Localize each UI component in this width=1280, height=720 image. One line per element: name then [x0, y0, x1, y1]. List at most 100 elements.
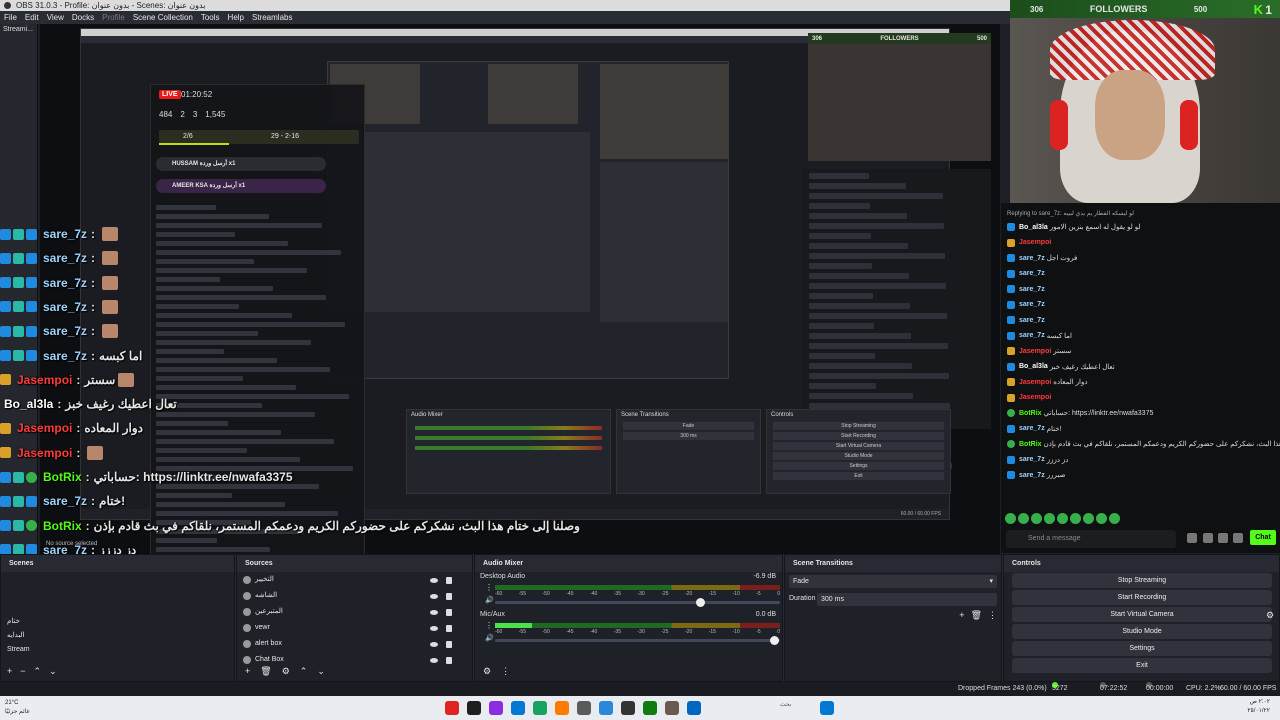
- emote-bar[interactable]: [1005, 513, 1120, 525]
- mixer-settings-icon[interactable]: ⚙: [483, 666, 491, 677]
- emote-icon[interactable]: [1005, 513, 1016, 524]
- taskbar-app-icon[interactable]: [599, 701, 613, 715]
- chat-username[interactable]: sare_7z: [1019, 255, 1045, 262]
- source-item[interactable]: alert box: [243, 637, 468, 651]
- chat-username[interactable]: sare_7z: [1019, 472, 1045, 479]
- menu-item-profile[interactable]: Profile: [98, 11, 129, 24]
- chat-username[interactable]: sare_7z: [1019, 425, 1045, 432]
- mixer-menu-icon[interactable]: ⋮: [501, 666, 510, 677]
- lock-icon[interactable]: [446, 592, 452, 600]
- emote-icon[interactable]: [1109, 513, 1120, 524]
- chat-username[interactable]: BotRix: [1019, 441, 1042, 448]
- chat-username[interactable]: Jasempoi: [1019, 348, 1051, 355]
- lock-icon[interactable]: [446, 656, 452, 664]
- emoji-icon[interactable]: [1187, 533, 1197, 543]
- chat-username[interactable]: BotRix: [1019, 410, 1042, 417]
- chat-username[interactable]: sare_7z: [1019, 317, 1045, 324]
- taskbar-app-icon[interactable]: [489, 701, 503, 715]
- gift-icon[interactable]: [1218, 533, 1228, 543]
- speaker-icon[interactable]: 🔊: [485, 634, 494, 643]
- volume-slider-knob[interactable]: [770, 636, 780, 645]
- emote-icon[interactable]: [1083, 513, 1094, 524]
- taskbar-search[interactable]: بحث: [780, 701, 791, 708]
- points-icon[interactable]: [1203, 533, 1213, 543]
- taskbar-app-icon[interactable]: [687, 701, 701, 715]
- emote-icon[interactable]: [1096, 513, 1107, 524]
- source-settings-icon[interactable]: ⚙: [282, 666, 290, 677]
- chat-username[interactable]: Bo_al3la: [1019, 363, 1048, 370]
- volume-slider[interactable]: [495, 636, 780, 645]
- visibility-eye-icon[interactable]: [430, 641, 438, 647]
- visibility-eye-icon[interactable]: [430, 577, 438, 583]
- visibility-eye-icon[interactable]: [430, 593, 438, 599]
- menu-item-help[interactable]: Help: [224, 11, 248, 24]
- left-dock-label[interactable]: Streami...: [0, 24, 37, 35]
- lock-icon[interactable]: [446, 576, 452, 584]
- emote-icon[interactable]: [1031, 513, 1042, 524]
- menu-item-view[interactable]: View: [43, 11, 68, 24]
- visibility-eye-icon[interactable]: [430, 657, 438, 663]
- source-item[interactable]: المتبرعين: [243, 605, 468, 619]
- chat-username[interactable]: sare_7z: [1019, 456, 1045, 463]
- add-source-icon[interactable]: +: [245, 666, 250, 677]
- control-studio-mode-button[interactable]: Studio Mode: [1012, 624, 1272, 639]
- scene-item[interactable]: ختام: [7, 615, 67, 629]
- duration-field[interactable]: 300 ms: [817, 593, 997, 606]
- volume-slider[interactable]: [495, 598, 780, 607]
- menu-item-file[interactable]: File: [0, 11, 21, 24]
- taskbar-app-icon[interactable]: [621, 701, 635, 715]
- emote-icon[interactable]: [1057, 513, 1068, 524]
- remove-transition-icon[interactable]: 🗑: [971, 610, 982, 621]
- scene-item[interactable]: البدايه: [7, 629, 67, 643]
- taskbar-app-icon[interactable]: [665, 701, 679, 715]
- taskbar-app-icon[interactable]: [533, 701, 547, 715]
- visibility-eye-icon[interactable]: [430, 625, 438, 631]
- lock-icon[interactable]: [446, 608, 452, 616]
- move-down-icon[interactable]: ⌄: [317, 666, 325, 677]
- emote-icon[interactable]: [1044, 513, 1055, 524]
- scene-item[interactable]: Stream: [7, 643, 67, 657]
- lock-icon[interactable]: [446, 640, 452, 648]
- virtual-camera-gear-icon[interactable]: ⚙: [1266, 610, 1275, 620]
- weather-widget[interactable]: 21°C غائم جزئيًا: [5, 699, 30, 717]
- windows-start-icon[interactable]: [820, 701, 834, 715]
- source-item[interactable]: vewr: [243, 621, 468, 635]
- mixer-channel-menu-icon[interactable]: ⋮: [485, 621, 493, 630]
- chat-username[interactable]: Bo_al3la: [1019, 224, 1048, 231]
- taskbar-app-icon[interactable]: [643, 701, 657, 715]
- chat-input[interactable]: Send a message: [1006, 530, 1176, 548]
- chat-username[interactable]: Jasempoi: [1019, 239, 1051, 246]
- source-item[interactable]: Chat Box: [243, 653, 468, 667]
- chat-username[interactable]: sare_7z: [1019, 286, 1045, 293]
- mixer-channel-menu-icon[interactable]: ⋮: [485, 583, 493, 592]
- add-scene-icon[interactable]: +: [7, 666, 12, 677]
- visibility-eye-icon[interactable]: [430, 609, 438, 615]
- menu-item-edit[interactable]: Edit: [21, 11, 43, 24]
- transition-menu-icon[interactable]: ⋮: [988, 610, 997, 621]
- chat-username[interactable]: Jasempoi: [1019, 379, 1051, 386]
- source-item[interactable]: التخيير: [243, 573, 468, 587]
- emote-icon[interactable]: [1018, 513, 1029, 524]
- chat-username[interactable]: Jasempoi: [1019, 394, 1051, 401]
- menu-item-streamlabs[interactable]: Streamlabs: [248, 11, 296, 24]
- gear-icon[interactable]: [1233, 533, 1243, 543]
- chat-send-button[interactable]: Chat: [1250, 530, 1276, 545]
- menu-item-scene-collection[interactable]: Scene Collection: [129, 11, 197, 24]
- transition-select[interactable]: Fade ▾: [789, 575, 997, 588]
- remove-scene-icon[interactable]: −: [20, 666, 25, 677]
- taskbar-app-icon[interactable]: [511, 701, 525, 715]
- control-start-recording-button[interactable]: Start Recording: [1012, 590, 1272, 605]
- volume-slider-knob[interactable]: [696, 598, 706, 607]
- chat-username[interactable]: sare_7z: [1019, 270, 1045, 277]
- lock-icon[interactable]: [446, 624, 452, 632]
- emote-icon[interactable]: [1070, 513, 1081, 524]
- menu-item-tools[interactable]: Tools: [197, 11, 224, 24]
- move-up-icon[interactable]: ⌃: [34, 666, 42, 677]
- chat-username[interactable]: sare_7z: [1019, 301, 1045, 308]
- chat-username[interactable]: sare_7z: [1019, 332, 1045, 339]
- source-item[interactable]: الشاشه: [243, 589, 468, 603]
- taskbar-app-icon[interactable]: [577, 701, 591, 715]
- taskbar-clock[interactable]: ٢:٠٢ ص ٢٥/٠١/٢٢: [1247, 698, 1270, 716]
- menu-item-docks[interactable]: Docks: [68, 11, 98, 24]
- control-stop-streaming-button[interactable]: Stop Streaming: [1012, 573, 1272, 588]
